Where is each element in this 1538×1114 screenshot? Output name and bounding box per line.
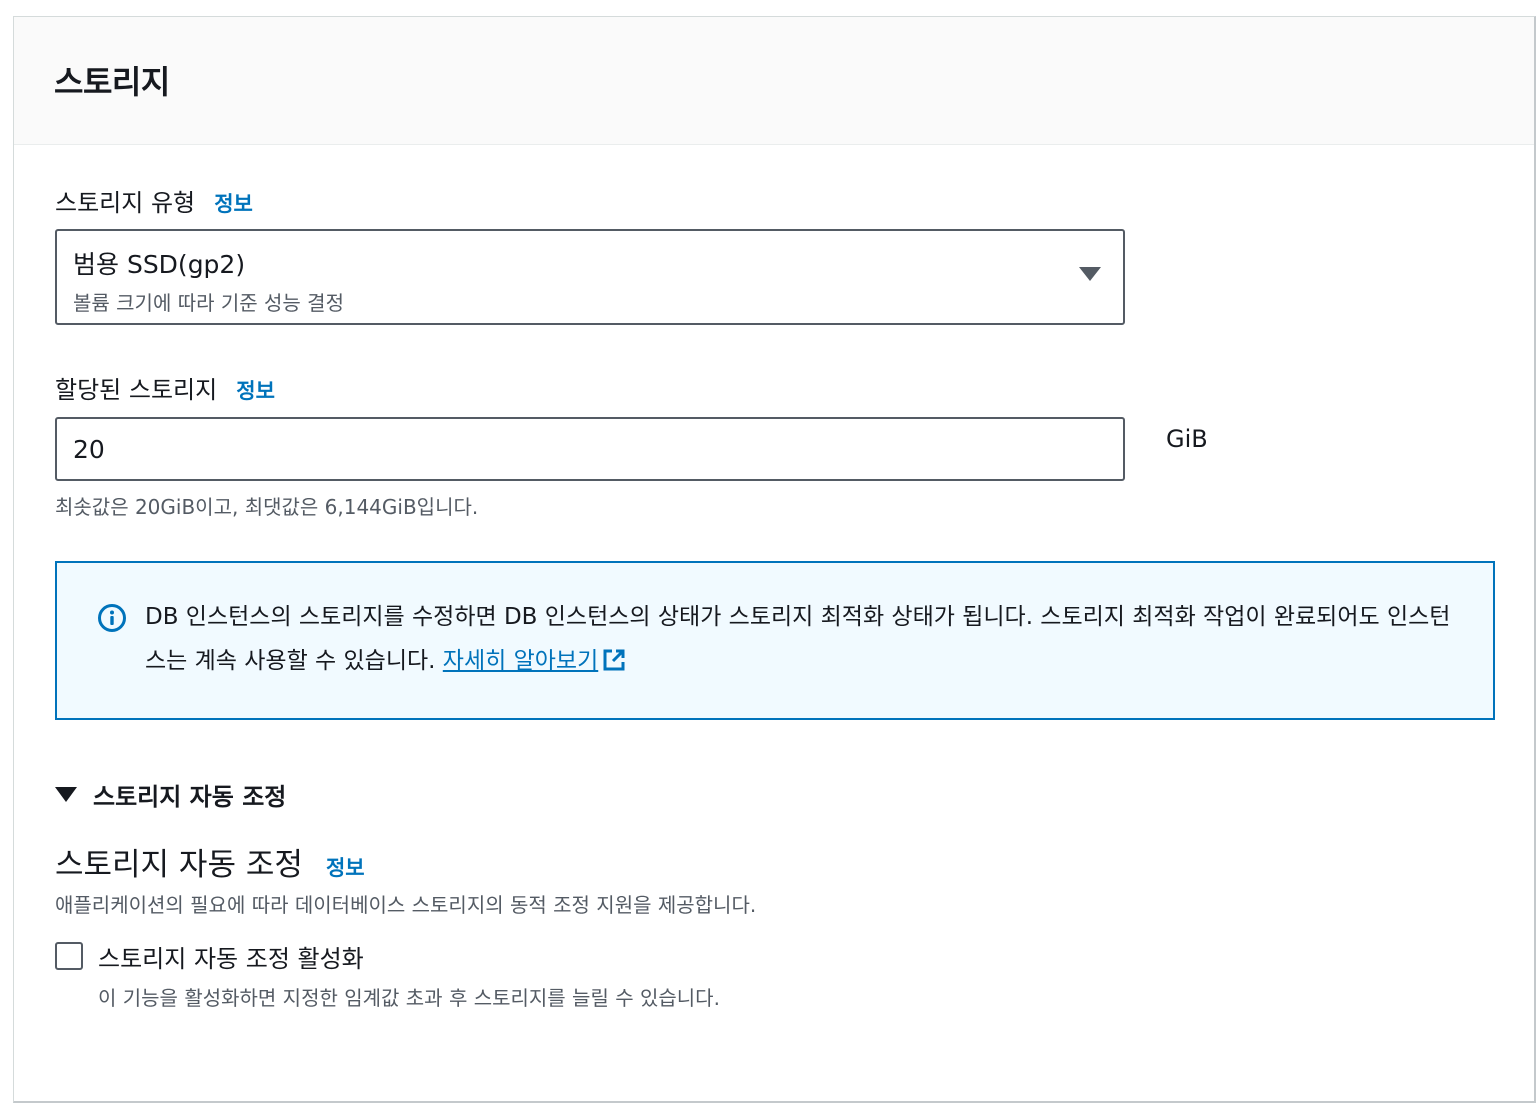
storage-type-info-link[interactable]: 정보: [214, 192, 253, 216]
storage-optimization-alert: DB 인스턴스의 스토리지를 수정하면 DB 인스턴스의 상태가 스토리지 최적…: [55, 561, 1495, 720]
caret-down-icon: [1079, 267, 1101, 281]
learn-more-link-text[interactable]: 자세히 알아보기: [443, 648, 598, 674]
panel-title: 스토리지: [54, 63, 170, 101]
alert-text: DB 인스턴스의 스토리지를 수정하면 DB 인스턴스의 상태가 스토리지 최적…: [145, 595, 1465, 683]
allocated-storage-constraint-hint: 최솟값은 20GiB이고, 최댓값은 6,144GiB입니다.: [55, 495, 479, 519]
alert-message: DB 인스턴스의 스토리지를 수정하면 DB 인스턴스의 상태가 스토리지 최적…: [145, 604, 1451, 674]
storage-type-selected-value: 범용 SSD(gp2): [73, 250, 246, 279]
autoscaling-checkbox-description: 이 기능을 활성화하면 지정한 임계값 초과 후 스토리지를 늘릴 수 있습니다…: [98, 986, 720, 1010]
storage-type-label-row: 스토리지 유형 정보: [55, 183, 253, 218]
expander-label[interactable]: 스토리지 자동 조정: [93, 777, 286, 812]
learn-more-link[interactable]: 자세히 알아보기: [443, 648, 626, 674]
allocated-storage-value[interactable]: 20: [73, 435, 105, 464]
panel-header: 스토리지: [14, 17, 1534, 145]
autoscaling-section-title: 스토리지 자동 조정: [55, 847, 303, 883]
allocated-storage-unit: GiB: [1166, 425, 1208, 453]
autoscaling-title-row: 스토리지 자동 조정 정보: [55, 839, 365, 884]
storage-type-select[interactable]: 범용 SSD(gp2) 볼륨 크기에 따라 기준 성능 결정: [55, 229, 1125, 325]
caret-down-icon: [55, 787, 77, 802]
allocated-storage-input[interactable]: 20: [55, 417, 1125, 481]
external-link-icon[interactable]: [602, 648, 626, 672]
storage-panel: 스토리지 스토리지 유형 정보 범용 SSD(gp2) 볼륨 크기에 따라 기준…: [13, 16, 1536, 1103]
autoscaling-checkbox-label[interactable]: 스토리지 자동 조정 활성화: [98, 939, 364, 974]
autoscaling-description: 애플리케이션의 필요에 따라 데이터베이스 스토리지의 동적 조정 지원을 제공…: [55, 893, 757, 917]
allocated-storage-label: 할당된 스토리지: [55, 376, 218, 404]
autoscaling-enable-checkbox[interactable]: [55, 942, 83, 970]
allocated-storage-label-row: 할당된 스토리지 정보: [55, 370, 275, 405]
info-icon: [98, 604, 126, 632]
autoscaling-info-link[interactable]: 정보: [326, 856, 365, 880]
storage-type-selected-description: 볼륨 크기에 따라 기준 성능 결정: [73, 291, 344, 315]
storage-type-label: 스토리지 유형: [55, 189, 196, 217]
allocated-storage-info-link[interactable]: 정보: [236, 379, 275, 403]
